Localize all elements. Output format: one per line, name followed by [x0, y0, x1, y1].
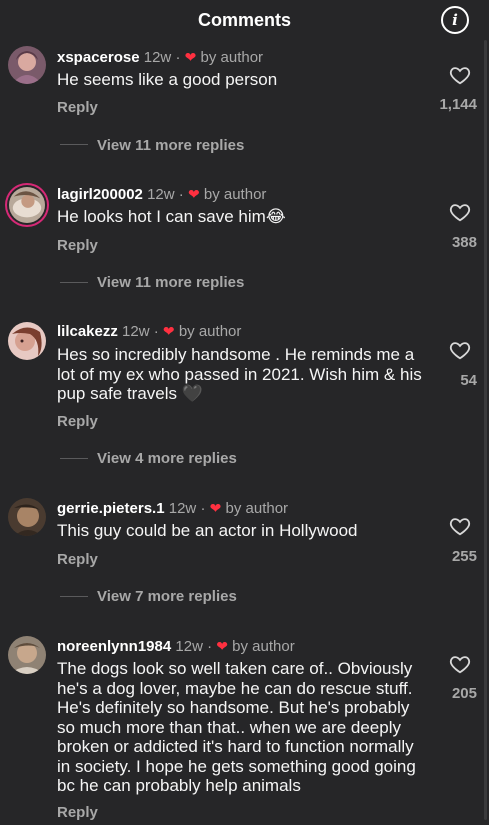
- avatar[interactable]: [8, 322, 46, 360]
- divider-line: [60, 596, 88, 597]
- separator: ·: [200, 500, 206, 517]
- by-author-label: by author: [225, 500, 289, 517]
- heart-outline-icon[interactable]: [449, 339, 471, 361]
- reply-button[interactable]: Reply: [57, 551, 98, 568]
- by-author-label: by author: [178, 323, 242, 340]
- heart-filled-icon: ❤: [216, 638, 228, 654]
- separator: ·: [178, 186, 184, 203]
- like-count: 388: [451, 234, 477, 251]
- reply-button[interactable]: Reply: [57, 99, 98, 116]
- timestamp: 12w: [147, 186, 175, 203]
- username[interactable]: gerrie.pieters.1: [57, 500, 165, 517]
- comment-meta: noreenlynn1984 12w · ❤ by author: [57, 636, 295, 657]
- like-count: 205: [451, 685, 477, 702]
- username[interactable]: lilcakezz: [57, 323, 118, 340]
- avatar[interactable]: [9, 187, 45, 223]
- divider-line: [60, 458, 88, 459]
- separator: ·: [207, 638, 213, 655]
- comment-meta: gerrie.pieters.1 12w · ❤ by author: [57, 498, 288, 519]
- comment-meta: xspacerose 12w · ❤ by author: [57, 47, 263, 68]
- reply-button[interactable]: Reply: [57, 413, 98, 430]
- like-count: 1,144: [439, 96, 477, 113]
- by-author-label: by author: [200, 49, 264, 66]
- heart-outline-icon[interactable]: [449, 515, 471, 537]
- comment-text: Hes so incredibly handsome . He reminds …: [57, 345, 422, 403]
- comment-item: gerrie.pieters.1 12w · ❤ by author This …: [0, 494, 489, 624]
- heart-filled-icon: ❤: [184, 49, 197, 65]
- view-replies-button[interactable]: View 11 more replies: [97, 274, 244, 291]
- heart-filled-icon: ❤: [162, 323, 175, 339]
- username[interactable]: xspacerose: [57, 49, 140, 66]
- by-author-label: by author: [203, 186, 267, 203]
- username[interactable]: lagirl200002: [57, 186, 143, 203]
- comment-text: He seems like a good person: [57, 70, 278, 89]
- by-author-label: by author: [232, 638, 295, 655]
- page-title: Comments: [197, 9, 291, 30]
- avatar[interactable]: [8, 498, 46, 536]
- heart-outline-icon[interactable]: [449, 64, 471, 86]
- divider-line: [60, 282, 88, 283]
- like-count: 255: [451, 548, 477, 565]
- timestamp: 12w: [168, 500, 197, 517]
- comment-item: lagirl200002 12w · ❤ by author He looks …: [0, 180, 489, 310]
- heart-outline-icon[interactable]: [449, 201, 471, 223]
- timestamp: 12w: [122, 323, 150, 340]
- comment-text: He looks hot I can save him😂: [57, 207, 286, 226]
- comment-meta: lilcakezz 12w · ❤ by author: [57, 321, 241, 342]
- divider-line: [60, 144, 88, 145]
- header: Comments i: [0, 0, 489, 40]
- timestamp: 12w: [143, 49, 172, 66]
- comment-item: xspacerose 12w · ❤ by author He seems li…: [0, 42, 489, 172]
- scrollbar[interactable]: [484, 40, 487, 820]
- view-replies-button[interactable]: View 11 more replies: [97, 137, 244, 154]
- comment-meta: lagirl200002 12w · ❤ by author: [57, 184, 266, 205]
- heart-filled-icon: ❤: [209, 500, 222, 516]
- comment-text: The dogs look so well taken care of.. Ob…: [57, 659, 416, 795]
- reply-button[interactable]: Reply: [57, 237, 98, 254]
- avatar[interactable]: [8, 636, 46, 674]
- timestamp: 12w: [175, 638, 203, 655]
- heart-filled-icon: ❤: [187, 186, 200, 202]
- separator: ·: [153, 323, 159, 340]
- view-replies-button[interactable]: View 4 more replies: [97, 450, 237, 467]
- comment-item: lilcakezz 12w · ❤ by author Hes so incre…: [0, 318, 489, 483]
- username[interactable]: noreenlynn1984: [57, 638, 171, 655]
- avatar[interactable]: [8, 46, 46, 84]
- separator: ·: [175, 49, 181, 66]
- heart-outline-icon[interactable]: [449, 653, 471, 675]
- like-count: 54: [460, 372, 477, 389]
- comment-item: noreenlynn1984 12w · ❤ by author The dog…: [0, 632, 489, 825]
- info-icon[interactable]: i: [441, 6, 469, 34]
- comment-text: This guy could be an actor in Hollywood: [57, 521, 358, 540]
- reply-button[interactable]: Reply: [57, 804, 98, 821]
- view-replies-button[interactable]: View 7 more replies: [97, 588, 237, 605]
